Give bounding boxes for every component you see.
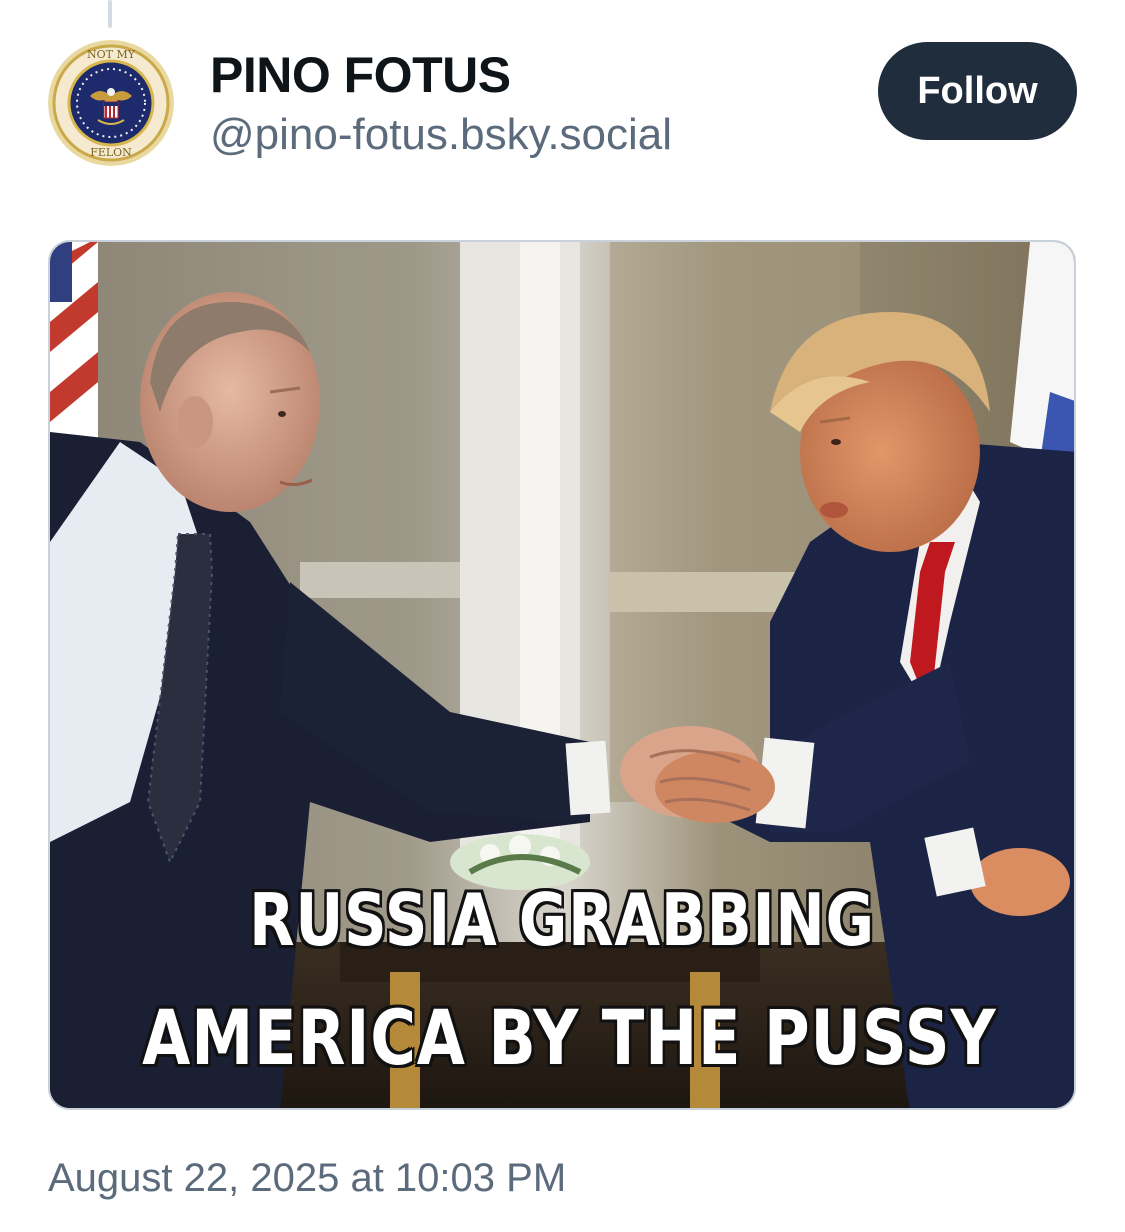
author-handle[interactable]: @pino-fotus.bsky.social	[210, 108, 672, 162]
avatar[interactable]: NOT MY FELON	[48, 40, 174, 166]
avatar-text-bottom: FELON	[90, 146, 132, 159]
avatar-text-top: NOT MY	[87, 48, 136, 61]
thread-connector-line	[108, 0, 112, 28]
follow-button[interactable]: Follow	[878, 42, 1077, 140]
handshake-photo	[50, 242, 1074, 1108]
presidential-seal-icon: NOT MY FELON	[48, 40, 174, 166]
post-image[interactable]: RUSSIA GRABBING AMERICA BY THE PUSSY	[48, 240, 1076, 1110]
meme-caption-line-2: AMERICA BY THE PUSSY	[142, 993, 997, 1082]
post-timestamp[interactable]: August 22, 2025 at 10:03 PM	[48, 1152, 566, 1204]
author-display-name[interactable]: PINO FOTUS	[210, 46, 511, 104]
meme-caption-line-1: RUSSIA GRABBING	[249, 878, 875, 962]
